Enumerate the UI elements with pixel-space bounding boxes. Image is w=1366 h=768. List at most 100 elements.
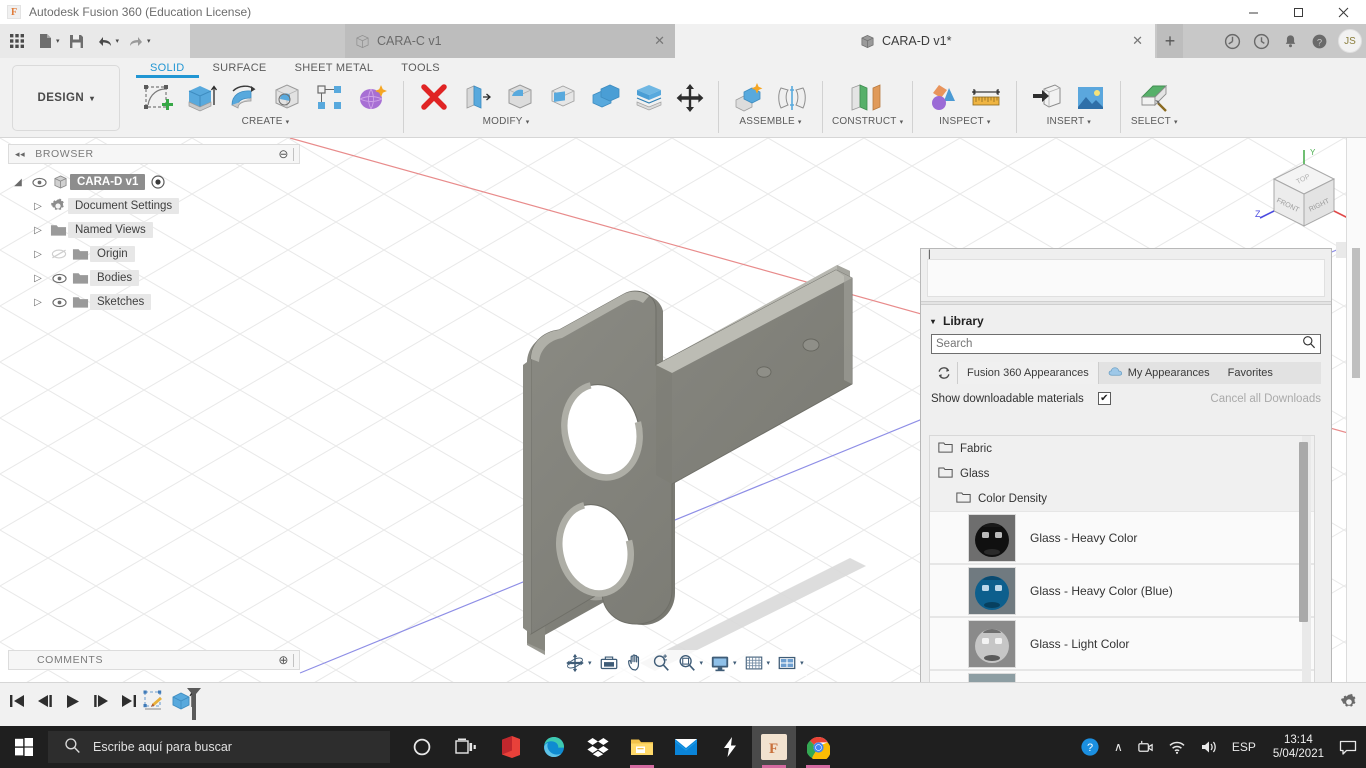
offset-plane-icon[interactable]: [840, 78, 896, 118]
tab-solid[interactable]: SOLID: [136, 58, 199, 78]
timeline-marker[interactable]: [186, 687, 202, 726]
tab-my-appearances[interactable]: My Appearances: [1099, 362, 1219, 384]
chevron-down-icon[interactable]: ▾: [800, 659, 804, 667]
save-icon[interactable]: [64, 28, 90, 54]
library-scrollbar-track[interactable]: [1299, 436, 1311, 716]
revolve-icon[interactable]: [223, 78, 265, 118]
shell-icon[interactable]: [499, 78, 541, 118]
tab-sheet-metal[interactable]: SHEET METAL: [281, 58, 388, 78]
joint-icon[interactable]: [771, 78, 813, 118]
viewport-canvas[interactable]: ◂◂ BROWSER ⊖ ◢ CARA-D v1 ▷ Document Sett…: [0, 138, 1366, 726]
expand-arrow-icon[interactable]: ▷: [28, 297, 48, 308]
job-status-icon[interactable]: [1219, 28, 1245, 54]
undo-icon[interactable]: [92, 28, 118, 54]
file-explorer-icon[interactable]: [620, 726, 664, 768]
nav-display-settings[interactable]: ▾: [708, 651, 740, 675]
tree-label-named-views[interactable]: Named Views: [68, 222, 153, 238]
clock[interactable]: 13:14 5/04/2021: [1263, 726, 1334, 768]
new-file-caret-icon[interactable]: ▾: [56, 37, 60, 45]
close-button[interactable]: [1321, 0, 1366, 24]
nav-viewports[interactable]: ▾: [775, 651, 807, 675]
chevron-down-icon[interactable]: ▾: [767, 659, 771, 667]
help-icon[interactable]: ?: [1306, 28, 1332, 54]
triangle-down-icon[interactable]: ▾: [931, 317, 935, 326]
browser-panel-header[interactable]: ◂◂ BROWSER ⊖: [8, 144, 300, 164]
new-tab-button[interactable]: +: [1157, 24, 1183, 58]
tab-fusion-360-appearances[interactable]: Fusion 360 Appearances: [957, 362, 1099, 384]
new-file-icon[interactable]: [32, 28, 58, 54]
tab-tools[interactable]: TOOLS: [387, 58, 454, 78]
office-icon[interactable]: [488, 726, 532, 768]
appearance-library-list[interactable]: Fabric Glass Color Density Glass - Heavy…: [929, 435, 1315, 717]
ribbon-group-label[interactable]: ASSEMBLE ▾: [739, 116, 801, 127]
zoom-window-icon[interactable]: [675, 651, 699, 675]
ribbon-group-label[interactable]: INSERT ▾: [1047, 116, 1091, 127]
browser-minimize-icon[interactable]: ⊖: [278, 147, 289, 161]
ribbon-group-label[interactable]: CONSTRUCT ▾: [832, 116, 903, 127]
action-center-icon[interactable]: [1334, 726, 1362, 768]
cancel-all-downloads-button[interactable]: Cancel all Downloads: [1210, 393, 1321, 405]
list-item-folder-glass[interactable]: Glass: [930, 461, 1314, 486]
cortana-icon[interactable]: [400, 726, 444, 768]
ribbon-group-label[interactable]: SELECT ▾: [1131, 116, 1178, 127]
wifi-icon[interactable]: [1161, 726, 1193, 768]
tab-surface[interactable]: SURFACE: [199, 58, 281, 78]
press-pull-icon[interactable]: [413, 78, 455, 118]
camera-icon[interactable]: [1130, 726, 1161, 768]
visibility-eye-icon[interactable]: [28, 177, 50, 188]
tree-row-document-settings[interactable]: ▷ Document Settings: [8, 194, 300, 218]
measure-icon[interactable]: [965, 78, 1007, 118]
library-search-box[interactable]: [931, 334, 1321, 354]
user-avatar[interactable]: JS: [1338, 29, 1362, 53]
library-section-header[interactable]: ▾ Library: [921, 305, 1331, 334]
browser-resize-grip[interactable]: [293, 147, 294, 161]
document-tab-close-icon[interactable]: ✕: [1114, 33, 1143, 49]
expand-arrow-icon[interactable]: ▷: [28, 201, 48, 212]
timeline-settings-icon[interactable]: [1340, 693, 1358, 716]
move-copy-icon[interactable]: [671, 78, 709, 118]
edge-icon[interactable]: [532, 726, 576, 768]
material-item-glass-heavy-color[interactable]: Glass - Heavy Color: [930, 511, 1314, 564]
form-icon[interactable]: [352, 78, 394, 118]
tree-label-sketches[interactable]: Sketches: [90, 294, 152, 310]
extrude-icon[interactable]: [180, 78, 222, 118]
taskbar-search-box[interactable]: Escribe aquí para buscar: [48, 731, 390, 763]
new-component-icon[interactable]: [728, 78, 770, 118]
orbit-icon[interactable]: [563, 651, 587, 675]
search-icon[interactable]: [1302, 335, 1316, 354]
interference-icon[interactable]: [922, 78, 964, 118]
task-view-icon[interactable]: [444, 726, 488, 768]
show-downloadable-checkbox[interactable]: ✔: [1097, 392, 1111, 405]
comments-resize-grip[interactable]: [293, 653, 294, 667]
workspace-switcher-button[interactable]: DESIGN ▾: [12, 65, 120, 131]
fusion360-icon[interactable]: F: [752, 726, 796, 768]
insert-derive-icon[interactable]: [1026, 78, 1068, 118]
jump-end-button[interactable]: [120, 691, 138, 711]
expand-arrow-icon[interactable]: ▷: [28, 273, 48, 284]
maximize-button[interactable]: [1276, 0, 1321, 24]
applied-appearances-dropzone[interactable]: [927, 259, 1325, 297]
ribbon-group-label[interactable]: CREATE ▾: [242, 116, 290, 127]
visibility-eye-icon[interactable]: [48, 297, 70, 308]
sketch-feature-icon[interactable]: [142, 689, 168, 720]
expand-arrow-icon[interactable]: ◢: [8, 177, 28, 188]
view-cube[interactable]: TOP FRONT RIGHT Y Z X: [1254, 146, 1354, 246]
look-at-icon[interactable]: [597, 651, 621, 675]
step-forward-button[interactable]: [92, 691, 110, 711]
chrome-icon[interactable]: [796, 726, 840, 768]
select-paint-icon[interactable]: [1130, 78, 1178, 118]
jump-start-button[interactable]: [8, 691, 26, 711]
document-tab-close-icon[interactable]: ✕: [636, 33, 665, 49]
tree-label-cara-d[interactable]: CARA-D v1: [70, 174, 146, 190]
list-item-folder-fabric[interactable]: Fabric: [930, 436, 1314, 461]
pattern-icon[interactable]: [309, 78, 351, 118]
create-sketch-icon[interactable]: [137, 78, 179, 118]
expand-arrow-icon[interactable]: ▷: [28, 249, 48, 260]
tree-row-sketches[interactable]: ▷ Sketches: [8, 290, 300, 314]
recent-icon[interactable]: [1248, 28, 1274, 54]
tree-label-origin[interactable]: Origin: [90, 246, 135, 262]
draft-icon[interactable]: [542, 78, 584, 118]
start-button[interactable]: [0, 726, 48, 768]
tree-label-bodies[interactable]: Bodies: [90, 270, 140, 286]
collapse-browser-icon[interactable]: ◂◂: [15, 149, 25, 160]
